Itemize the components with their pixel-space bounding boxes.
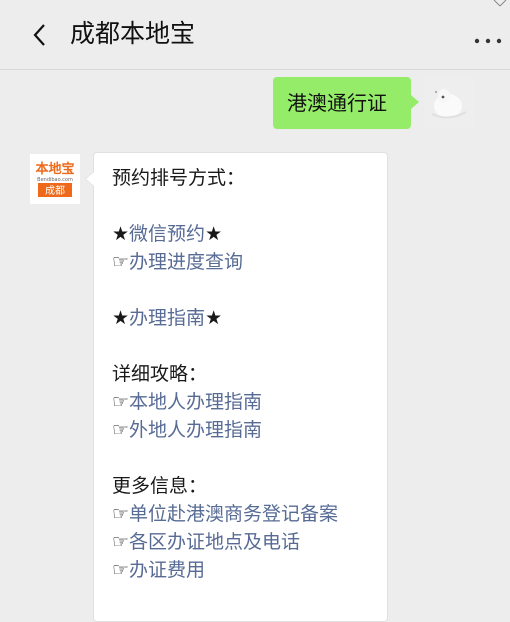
- chat-header: 成都本地宝: [0, 0, 510, 70]
- district-locations-line: ☞各区办证地点及电话: [112, 528, 387, 556]
- fees-link[interactable]: 办证费用: [129, 559, 205, 581]
- star-mark: ★: [205, 307, 223, 329]
- ellipsis-icon[interactable]: [473, 36, 503, 46]
- business-registration-line: ☞单位赴港澳商务登记备案: [112, 500, 387, 528]
- business-registration-link[interactable]: 单位赴港澳商务登记备案: [129, 503, 338, 525]
- logo-text-top: 本地宝: [35, 161, 74, 177]
- user-message-text: 港澳通行证: [287, 91, 387, 115]
- bot-avatar[interactable]: 本地宝 Bendibao.com 成都: [30, 154, 80, 204]
- section-title-more: 更多信息：: [112, 475, 208, 497]
- local-guide-link[interactable]: 本地人办理指南: [129, 391, 262, 413]
- star-mark: ★: [112, 223, 130, 245]
- progress-query-link[interactable]: 办理进度查询: [129, 251, 243, 273]
- star-mark: ★: [205, 223, 223, 245]
- section-title-details: 详细攻略：: [112, 363, 208, 385]
- pointing-hand-icon: ☞: [112, 559, 130, 581]
- chat-title: 成都本地宝: [70, 19, 196, 48]
- local-guide-line: ☞本地人办理指南: [112, 388, 387, 416]
- logo-city: 成都: [45, 185, 65, 197]
- bot-message-bubble: 预约排号方式： ★微信预约★ ☞办理进度查询 ★办理指南★ 详细攻略： ☞本地人…: [85, 152, 388, 622]
- star-mark: ★: [112, 307, 130, 329]
- section-title-booking: 预约排号方式：: [112, 167, 246, 189]
- nonlocal-guide-line: ☞外地人办理指南: [112, 416, 387, 444]
- progress-query-line: ☞办理进度查询: [112, 248, 387, 276]
- pointing-hand-icon: ☞: [112, 531, 130, 553]
- wechat-booking-line: ★微信预约★: [112, 220, 387, 248]
- close-mark-icon: [493, 0, 507, 7]
- wechat-booking-link[interactable]: 微信预约: [129, 223, 205, 245]
- guide-link[interactable]: 办理指南: [129, 307, 205, 329]
- user-avatar[interactable]: [424, 78, 474, 128]
- pointing-hand-icon: ☞: [112, 391, 130, 413]
- district-locations-link[interactable]: 各区办证地点及电话: [129, 531, 300, 553]
- user-avatar-photo: [424, 78, 474, 128]
- fees-line: ☞办证费用: [112, 556, 387, 584]
- logo-domain: Bendibao.com: [37, 177, 73, 183]
- pointing-hand-icon: ☞: [112, 503, 130, 525]
- guide-line: ★办理指南★: [112, 304, 387, 332]
- user-message-bubble[interactable]: 港澳通行证: [273, 77, 419, 129]
- nonlocal-guide-link[interactable]: 外地人办理指南: [129, 419, 262, 441]
- pointing-hand-icon: ☞: [112, 251, 130, 273]
- pointing-hand-icon: ☞: [112, 419, 130, 441]
- chevron-left-icon[interactable]: [30, 22, 50, 48]
- bendibao-logo: 本地宝 Bendibao.com 成都: [30, 154, 80, 204]
